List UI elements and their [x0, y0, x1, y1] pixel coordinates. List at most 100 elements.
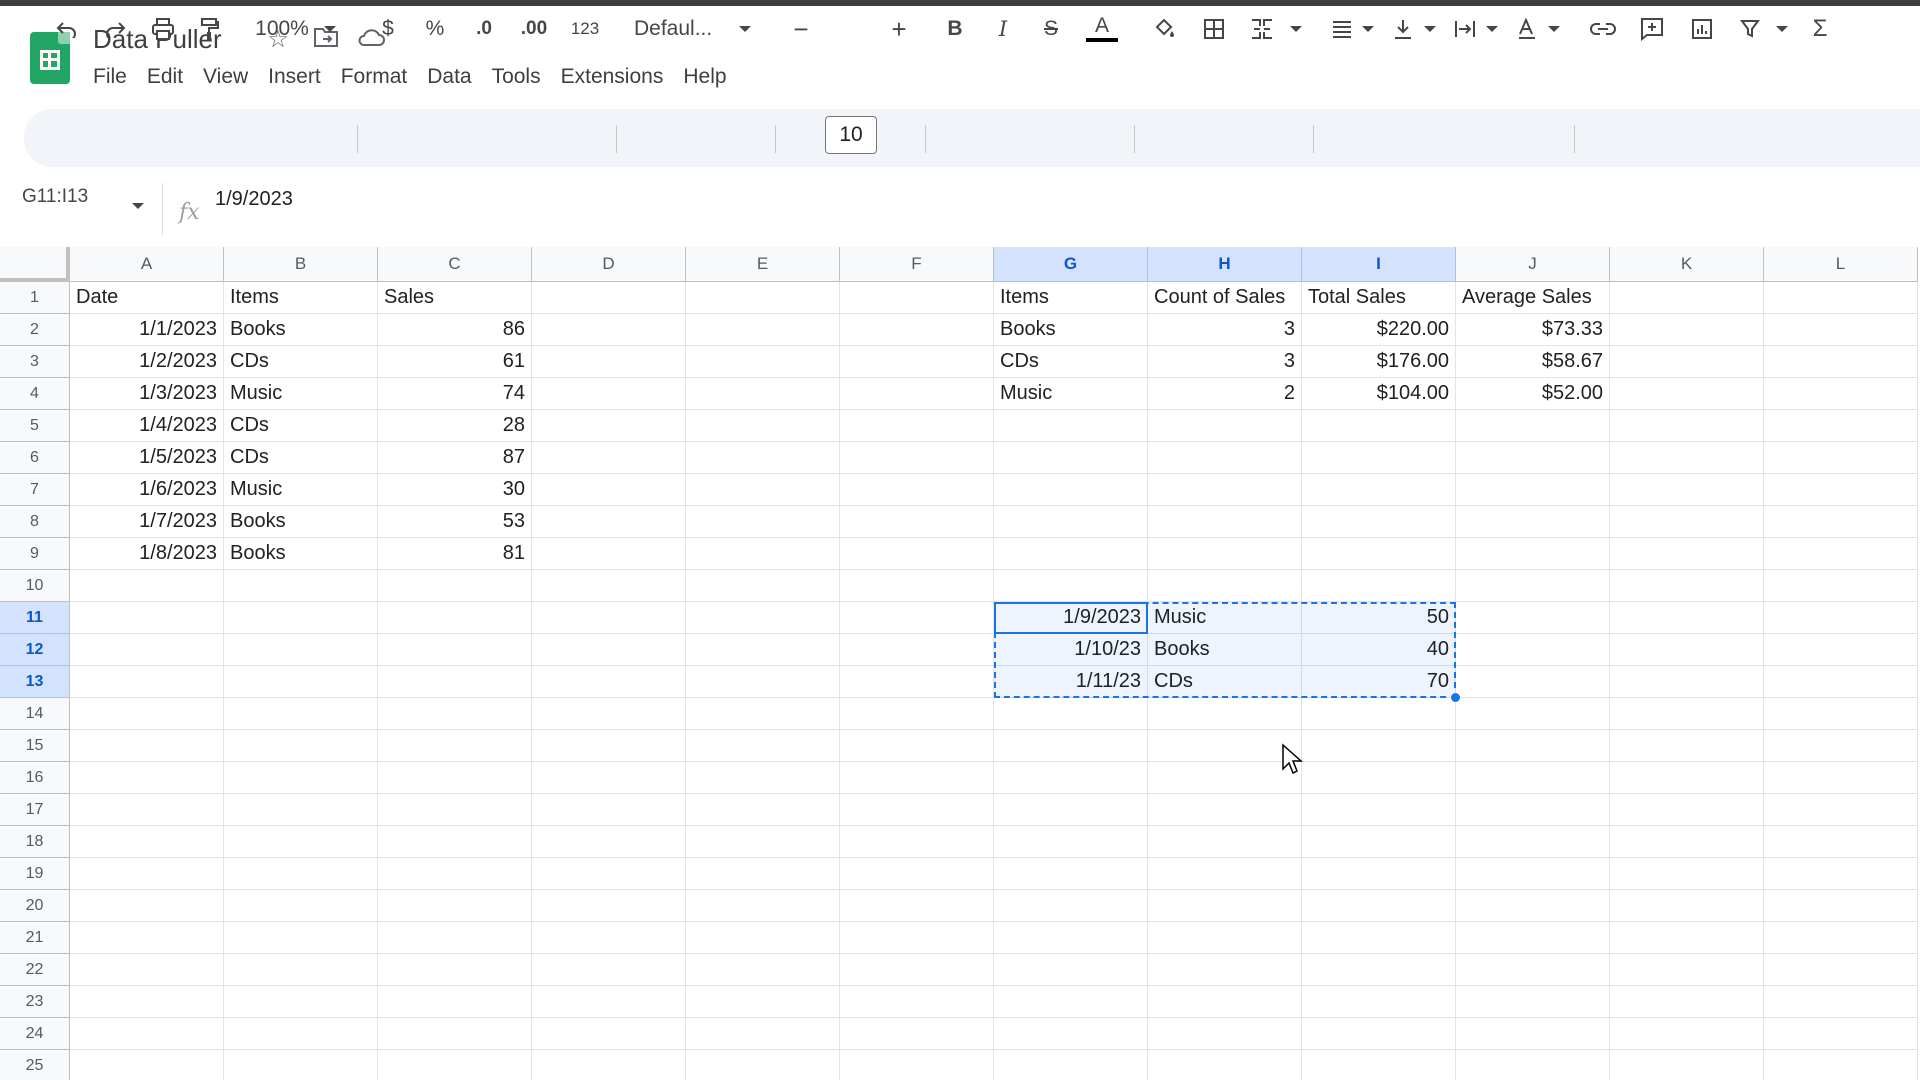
- cell-value[interactable]: 40: [1302, 634, 1456, 666]
- row-header-23[interactable]: 23: [0, 986, 70, 1018]
- cell[interactable]: [840, 698, 994, 730]
- cell[interactable]: [840, 826, 994, 858]
- cell[interactable]: [224, 666, 378, 698]
- cell[interactable]: [70, 1018, 224, 1050]
- cell[interactable]: [994, 730, 1148, 762]
- cell[interactable]: [1764, 538, 1918, 570]
- row-header-14[interactable]: 14: [0, 698, 70, 730]
- cell[interactable]: [70, 986, 224, 1018]
- cell[interactable]: [224, 794, 378, 826]
- cell[interactable]: [686, 602, 840, 634]
- cell-value[interactable]: Sales: [378, 282, 532, 314]
- cell[interactable]: [1148, 922, 1302, 954]
- cell[interactable]: [224, 890, 378, 922]
- cell-value[interactable]: Music: [224, 474, 378, 506]
- vertical-align-dropdown-icon[interactable]: [1420, 0, 1440, 58]
- cell-value[interactable]: 86: [378, 314, 532, 346]
- cell[interactable]: [994, 762, 1148, 794]
- cell[interactable]: [70, 634, 224, 666]
- increase-font-size-button[interactable]: +: [884, 0, 914, 58]
- cell[interactable]: [532, 506, 686, 538]
- insert-comment-icon[interactable]: [1634, 0, 1670, 58]
- cell-value[interactable]: 2: [1148, 378, 1302, 410]
- cell[interactable]: [70, 954, 224, 986]
- cell[interactable]: [1764, 314, 1918, 346]
- cell[interactable]: [70, 922, 224, 954]
- cell[interactable]: [1302, 442, 1456, 474]
- cell[interactable]: [378, 826, 532, 858]
- cell-value[interactable]: Music: [994, 378, 1148, 410]
- row-header-10[interactable]: 10: [0, 570, 70, 602]
- cell[interactable]: [1764, 634, 1918, 666]
- cell[interactable]: [1764, 954, 1918, 986]
- row-header-2[interactable]: 2: [0, 314, 70, 346]
- cell[interactable]: [686, 762, 840, 794]
- cell[interactable]: [994, 794, 1148, 826]
- bold-button[interactable]: B: [938, 0, 972, 58]
- row-header-13[interactable]: 13: [0, 666, 70, 698]
- cell[interactable]: [1764, 378, 1918, 410]
- cell[interactable]: [378, 858, 532, 890]
- cell[interactable]: [224, 602, 378, 634]
- row-header-4[interactable]: 4: [0, 378, 70, 410]
- cell[interactable]: [70, 730, 224, 762]
- more-formats-button[interactable]: 123: [565, 0, 605, 58]
- cell[interactable]: [70, 1050, 224, 1080]
- cell[interactable]: [532, 954, 686, 986]
- horizontal-align-icon[interactable]: [1324, 0, 1360, 58]
- cell-value[interactable]: 3: [1148, 346, 1302, 378]
- cell[interactable]: [994, 474, 1148, 506]
- cell[interactable]: [1148, 826, 1302, 858]
- cell[interactable]: [224, 1018, 378, 1050]
- cell[interactable]: [532, 730, 686, 762]
- cell[interactable]: [1148, 474, 1302, 506]
- cell[interactable]: [532, 762, 686, 794]
- cell[interactable]: [70, 762, 224, 794]
- cell-value[interactable]: Count of Sales: [1148, 282, 1302, 314]
- formula-input[interactable]: 1/9/2023: [215, 188, 293, 211]
- cell[interactable]: [1456, 730, 1610, 762]
- cell-value[interactable]: 1/5/2023: [70, 442, 224, 474]
- cell[interactable]: [994, 410, 1148, 442]
- cell[interactable]: [1148, 442, 1302, 474]
- cell[interactable]: [840, 986, 994, 1018]
- strikethrough-button[interactable]: S: [1034, 0, 1068, 58]
- cell-value[interactable]: CDs: [994, 346, 1148, 378]
- cell-value[interactable]: 1/6/2023: [70, 474, 224, 506]
- merge-cells-icon[interactable]: [1244, 0, 1280, 58]
- cell[interactable]: [1456, 1050, 1610, 1080]
- column-header-k[interactable]: K: [1610, 247, 1764, 282]
- cell[interactable]: [532, 922, 686, 954]
- cell-value[interactable]: 1/2/2023: [70, 346, 224, 378]
- fill-color-icon[interactable]: [1146, 0, 1182, 58]
- cell[interactable]: [1148, 986, 1302, 1018]
- cell[interactable]: [70, 826, 224, 858]
- select-all-corner[interactable]: [0, 247, 70, 282]
- cell[interactable]: [1610, 666, 1764, 698]
- cell[interactable]: [686, 506, 840, 538]
- percent-format-button[interactable]: %: [419, 0, 451, 58]
- cell[interactable]: [1610, 1018, 1764, 1050]
- text-color-button[interactable]: A: [1082, 0, 1122, 58]
- cell[interactable]: [1764, 442, 1918, 474]
- text-wrapping-dropdown-icon[interactable]: [1482, 0, 1502, 58]
- cell[interactable]: [1764, 762, 1918, 794]
- vertical-align-icon[interactable]: [1386, 0, 1420, 58]
- font-select[interactable]: Defaul...: [634, 0, 724, 58]
- cell[interactable]: [1456, 1018, 1610, 1050]
- cell[interactable]: [994, 442, 1148, 474]
- cell[interactable]: [532, 474, 686, 506]
- cell[interactable]: [840, 858, 994, 890]
- row-header-11[interactable]: 11: [0, 602, 70, 634]
- cell-value[interactable]: Music: [224, 378, 378, 410]
- cell-value[interactable]: $52.00: [1456, 378, 1610, 410]
- menu-insert[interactable]: Insert: [258, 64, 331, 90]
- cell[interactable]: [1610, 730, 1764, 762]
- cell[interactable]: [686, 314, 840, 346]
- row-header-25[interactable]: 25: [0, 1050, 70, 1080]
- cell-value[interactable]: Books: [224, 314, 378, 346]
- row-header-7[interactable]: 7: [0, 474, 70, 506]
- cell[interactable]: [840, 666, 994, 698]
- cell-value[interactable]: 81: [378, 538, 532, 570]
- cell-value[interactable]: 1/8/2023: [70, 538, 224, 570]
